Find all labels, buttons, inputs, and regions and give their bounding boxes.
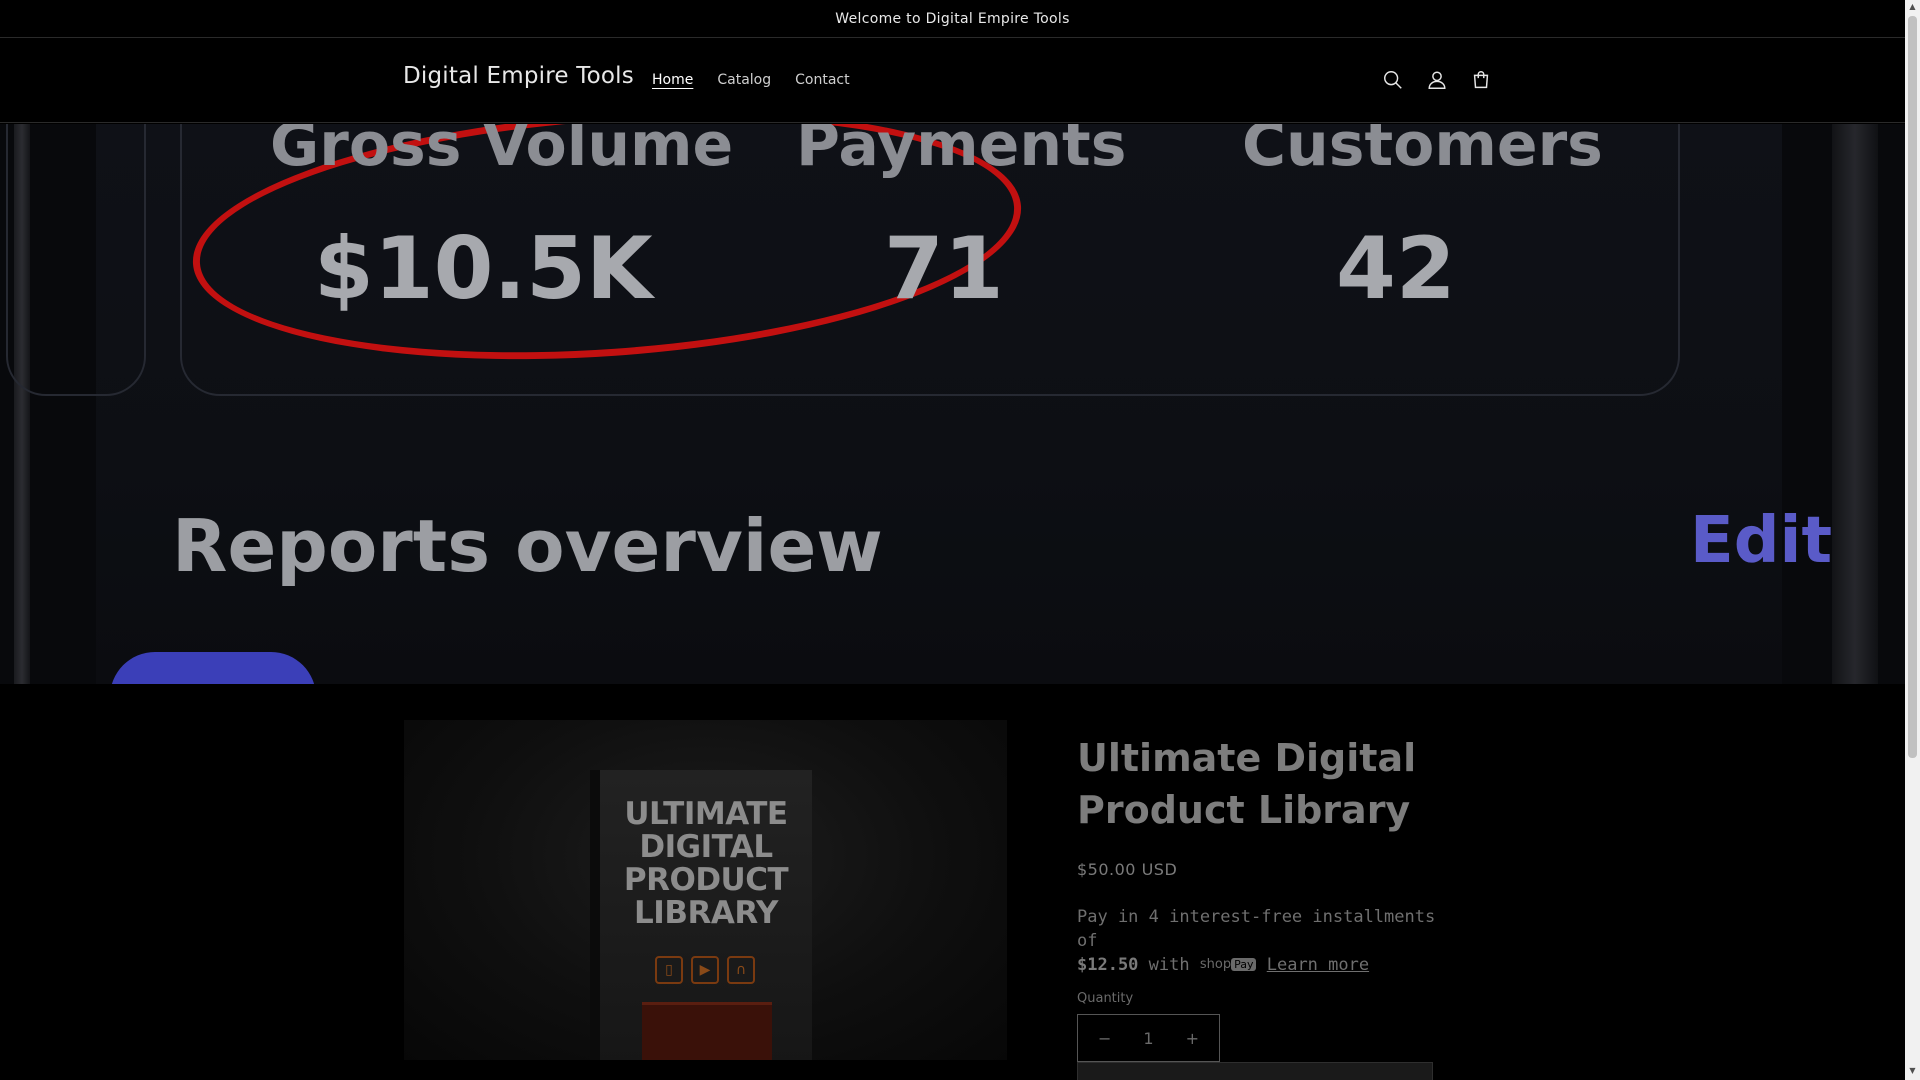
main-nav: Home Catalog Contact bbox=[652, 72, 874, 88]
header-icons bbox=[1380, 67, 1494, 93]
quantity-label: Quantity bbox=[1077, 991, 1134, 1006]
quantity-increase-button[interactable]: + bbox=[1186, 1029, 1199, 1048]
product-price: $50.00 USD bbox=[1077, 860, 1178, 879]
headphones-icon: ∩ bbox=[727, 956, 755, 984]
hero-phone-screen: Gross Volume Payments Customers $10.5K 7… bbox=[6, 124, 1832, 684]
account-icon[interactable] bbox=[1424, 67, 1450, 93]
nav-contact[interactable]: Contact bbox=[795, 72, 849, 88]
stat-label-customers: Customers bbox=[1242, 124, 1603, 180]
play-icon: ▶ bbox=[691, 956, 719, 984]
product-info: Ultimate Digital Product Library $50.00 … bbox=[1077, 732, 1457, 1062]
scroll-down-icon[interactable]: ▼ bbox=[1908, 1066, 1917, 1076]
stat-value-customers: 42 bbox=[1336, 219, 1456, 319]
hero-card-left bbox=[6, 124, 146, 396]
book-cover-icons: ▯ ▶ ∩ bbox=[640, 956, 770, 992]
cart-icon[interactable] bbox=[1468, 67, 1494, 93]
scroll-thumb[interactable] bbox=[1908, 16, 1917, 758]
stat-value-gross-volume: $10.5K bbox=[314, 219, 653, 319]
learn-more-link[interactable]: Learn more bbox=[1267, 955, 1369, 975]
product-title: Ultimate Digital Product Library bbox=[1077, 736, 1417, 832]
briefcase-graphic bbox=[642, 1002, 772, 1060]
hero-pill-button bbox=[110, 652, 316, 684]
reports-overview-title: Reports overview bbox=[172, 504, 883, 588]
announcement-text: Welcome to Digital Empire Tools bbox=[835, 10, 1070, 27]
page-scrollbar[interactable]: ▲ ▼ bbox=[1905, 0, 1920, 1080]
reports-edit-link: Edit bbox=[1690, 504, 1833, 578]
hero-banner: Gross Volume Payments Customers $10.5K 7… bbox=[0, 124, 1905, 684]
quantity-decrease-button[interactable]: − bbox=[1098, 1029, 1111, 1048]
installments-info: Pay in 4 interest-free installments of $… bbox=[1077, 905, 1457, 977]
product-book-cover: ULTIMATE DIGITAL PRODUCT LIBRARY ▯ ▶ ∩ bbox=[600, 770, 812, 1060]
installments-with: with bbox=[1148, 955, 1190, 975]
nav-home[interactable]: Home bbox=[652, 72, 693, 88]
shop-pay-shop: shop bbox=[1199, 957, 1232, 972]
installment-amount: $12.50 bbox=[1077, 955, 1139, 975]
search-icon[interactable] bbox=[1380, 67, 1406, 93]
site-header: Digital Empire Tools Home Catalog Contac… bbox=[0, 39, 1905, 123]
nav-catalog[interactable]: Catalog bbox=[717, 72, 771, 88]
quantity-stepper: − 1 + bbox=[1077, 1014, 1220, 1062]
stat-value-payments: 71 bbox=[884, 219, 1004, 319]
book-cover-title: ULTIMATE DIGITAL PRODUCT LIBRARY bbox=[623, 796, 789, 931]
add-to-cart-button[interactable] bbox=[1077, 1062, 1433, 1080]
scroll-up-icon[interactable]: ▲ bbox=[1908, 2, 1917, 12]
brand-logo[interactable]: Digital Empire Tools bbox=[403, 63, 634, 89]
announcement-bar: Welcome to Digital Empire Tools bbox=[0, 0, 1905, 38]
stat-label-gross-volume: Gross Volume bbox=[270, 124, 734, 180]
installments-prefix: Pay in 4 interest-free installments of bbox=[1077, 907, 1436, 951]
product-image[interactable]: ULTIMATE DIGITAL PRODUCT LIBRARY ▯ ▶ ∩ bbox=[404, 720, 1007, 1060]
quantity-input[interactable]: 1 bbox=[1143, 1029, 1153, 1048]
stat-label-payments: Payments bbox=[796, 124, 1127, 180]
shop-pay-logo: shop Pay bbox=[1200, 953, 1257, 977]
book-icon: ▯ bbox=[655, 956, 683, 984]
shop-pay-pay: Pay bbox=[1231, 958, 1257, 971]
phone-edge-right bbox=[1832, 124, 1878, 684]
